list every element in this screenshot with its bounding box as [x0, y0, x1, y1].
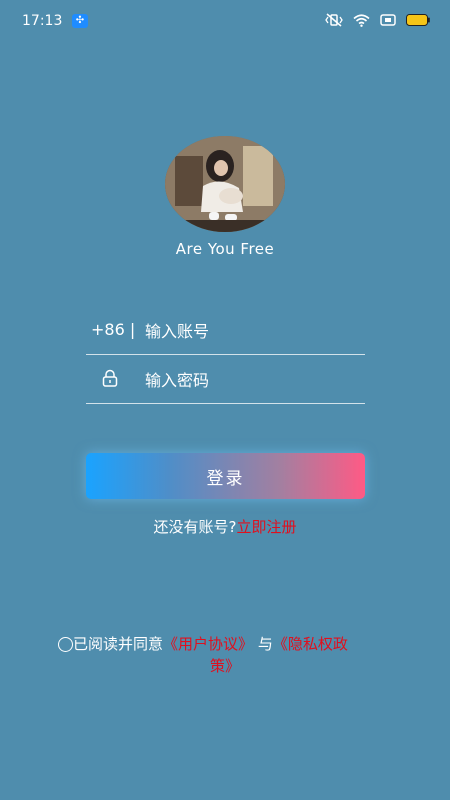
password-input[interactable]	[143, 365, 357, 395]
wifi-icon	[353, 13, 370, 27]
register-prompt-line: 还没有账号?立即注册	[0, 516, 450, 537]
status-bar: 17:13 ✣	[0, 0, 450, 44]
lock-icon	[102, 369, 118, 387]
battery-icon	[406, 14, 430, 26]
password-field	[86, 355, 365, 404]
register-prompt: 还没有账号?	[153, 518, 237, 536]
privacy-policy-link[interactable]: 《隐私权政	[273, 635, 348, 653]
avatar-photo	[165, 136, 285, 232]
agreement-text: 已阅读并同意《用户协议》 与《隐私权政 策》	[58, 633, 398, 677]
account-field: +86 |	[86, 306, 365, 355]
user-agreement-link[interactable]: 《用户协议》	[163, 635, 253, 653]
screen-record-icon	[380, 14, 396, 26]
app-name: Are You Free	[175, 240, 275, 258]
agreement-conjunction: 与	[257, 635, 273, 653]
app-notification-icon: ✣	[72, 14, 88, 28]
register-link[interactable]: 立即注册	[236, 518, 296, 536]
privacy-policy-link-continued[interactable]: 策》	[58, 655, 398, 677]
account-input[interactable]	[143, 316, 357, 346]
country-code[interactable]: +86 |	[91, 320, 135, 339]
agree-radio[interactable]	[58, 637, 73, 652]
status-icons	[325, 13, 430, 27]
login-button[interactable]: 登录	[86, 453, 365, 499]
avatar[interactable]	[165, 136, 285, 232]
agreement-prefix: 已阅读并同意	[73, 635, 164, 653]
mute-vibrate-icon	[325, 13, 343, 27]
status-time: 17:13	[22, 13, 63, 29]
